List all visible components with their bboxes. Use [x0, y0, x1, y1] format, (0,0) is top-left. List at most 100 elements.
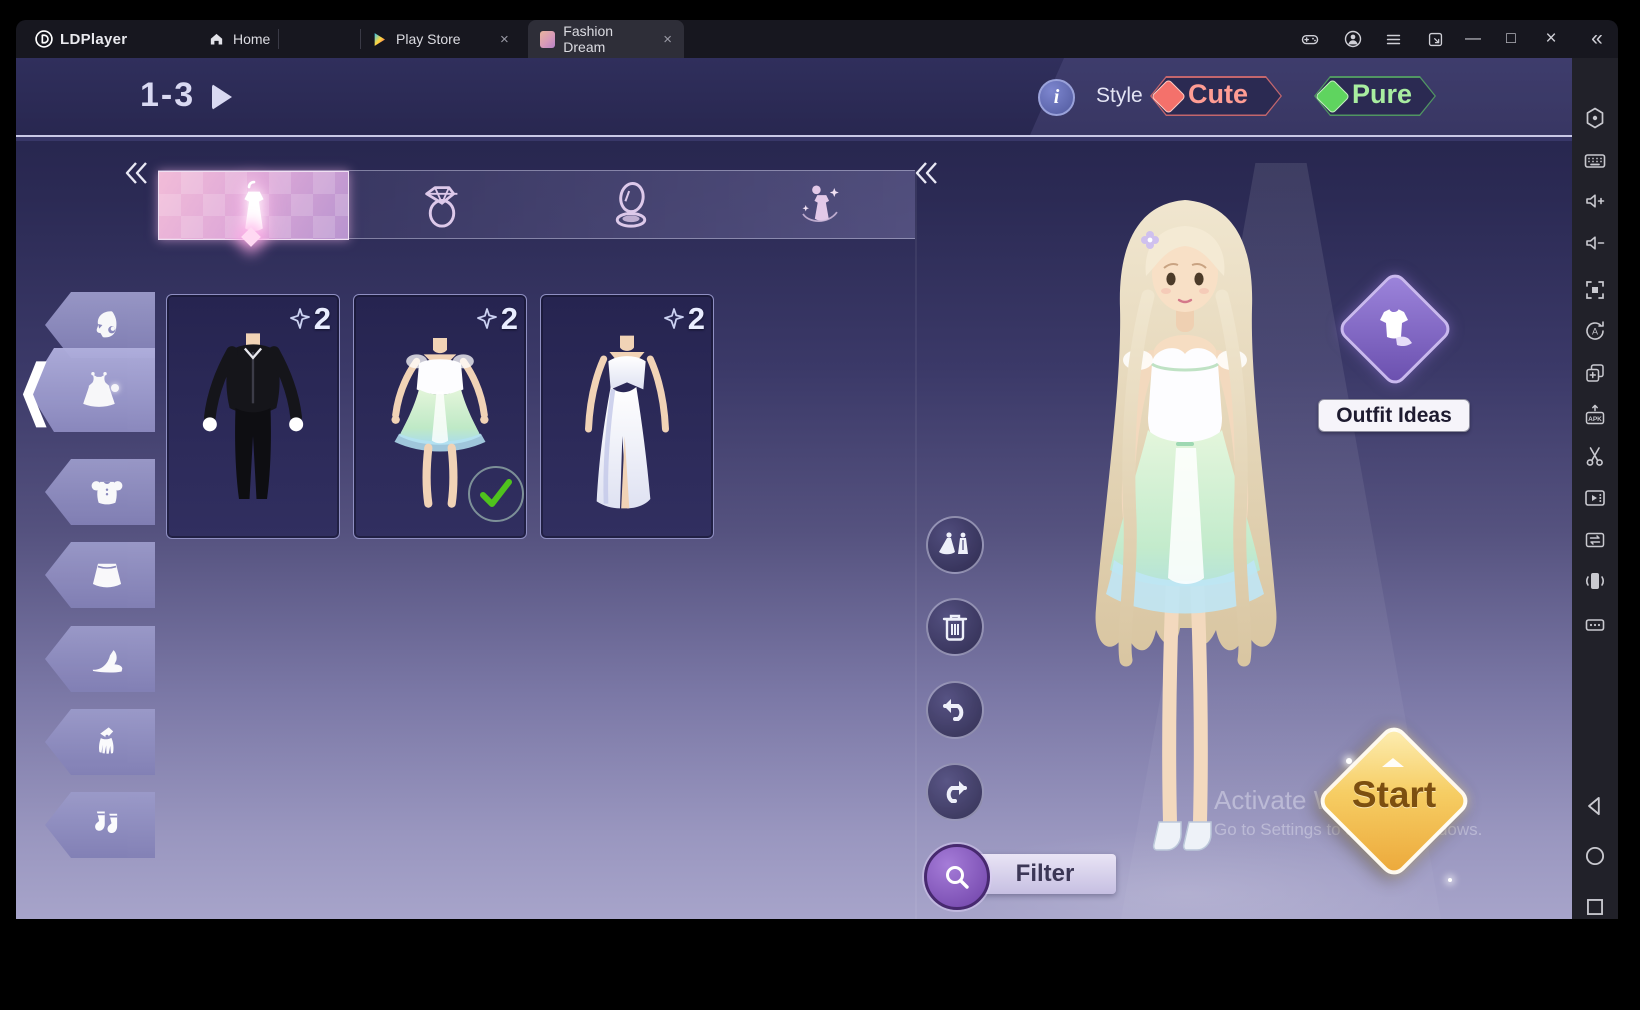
selected-check — [468, 466, 524, 522]
toolbar-settings-button[interactable] — [1572, 106, 1618, 130]
style-tag-pure[interactable]: Pure — [1314, 76, 1436, 116]
multi-window-plus-icon — [1583, 361, 1607, 385]
gamepad-button[interactable] — [1293, 20, 1327, 58]
ring-icon — [420, 179, 464, 231]
active-item-bracket: ❮ — [18, 339, 52, 441]
toolbar-multi-instance-button[interactable] — [1572, 361, 1618, 385]
android-recents-button[interactable] — [1572, 894, 1618, 919]
toolbar-volume-down-button[interactable] — [1572, 231, 1618, 255]
tab-playstore-close[interactable]: × — [494, 20, 509, 58]
toolbar-keyboard-button[interactable] — [1572, 149, 1618, 173]
toolbar-install-apk-button[interactable]: APK — [1572, 403, 1618, 427]
style-tag-cute[interactable]: Cute — [1150, 76, 1282, 116]
collapse-panel-handle-left[interactable] — [124, 160, 158, 186]
tab-playstore[interactable]: Play Store — [372, 20, 461, 58]
recents-square-icon — [1582, 894, 1608, 919]
play-stage-button[interactable] — [212, 84, 232, 110]
game-viewport: 1-3 i Style Cute Pure — [16, 58, 1572, 919]
couple-outfit-button[interactable] — [926, 516, 984, 574]
brand-name: LDPlayer — [60, 20, 127, 58]
keyboard-icon — [1583, 149, 1607, 173]
toolbar-shake-button[interactable] — [1572, 569, 1618, 593]
maximize-icon: □ — [1506, 30, 1516, 48]
sparkle-dot — [111, 384, 119, 392]
style-label: Style — [1096, 84, 1143, 108]
gamepad-icon — [1300, 29, 1320, 49]
tab-home[interactable]: Home — [208, 20, 270, 58]
start-label[interactable]: Start — [1338, 774, 1450, 816]
tab-fashion-dream[interactable]: Fashion Dream × — [528, 20, 684, 58]
sparkle-dot — [1448, 878, 1452, 882]
info-icon: i — [1054, 86, 1060, 109]
start-up-arrow-icon — [1382, 758, 1404, 767]
minimize-icon: — — [1465, 30, 1481, 48]
redo-icon — [940, 779, 970, 805]
toolbar-volume-up-button[interactable] — [1572, 189, 1618, 213]
tshirt-hand-icon — [1368, 304, 1416, 352]
window-switch-button[interactable] — [1418, 20, 1452, 58]
toolbar-sync-button[interactable] — [1572, 528, 1618, 552]
item-card-white-gown[interactable]: 2 — [540, 294, 714, 539]
couple-outfit-icon — [939, 531, 971, 559]
redo-button[interactable] — [926, 763, 984, 821]
search-icon — [943, 863, 971, 891]
close-icon[interactable]: × — [663, 31, 672, 48]
hair-icon — [90, 308, 124, 342]
category-tab-jewelry[interactable] — [347, 171, 536, 238]
sidebar-item-skirt[interactable] — [45, 542, 155, 608]
close-window-button[interactable]: × — [1534, 20, 1568, 58]
menu-button[interactable] — [1376, 20, 1410, 58]
fashion-dream-favicon — [540, 31, 555, 48]
scissors-icon — [1583, 444, 1607, 468]
back-triangle-icon — [1582, 793, 1608, 819]
close-icon: × — [1545, 28, 1556, 50]
home-circle-icon — [1582, 843, 1608, 869]
toolbar-fullscreen-button[interactable] — [1572, 278, 1618, 302]
skirt-icon — [89, 557, 125, 593]
tab-home-label: Home — [233, 31, 270, 47]
menu-icon — [1384, 30, 1403, 49]
minimize-button[interactable]: — — [1456, 20, 1490, 58]
volume-up-icon — [1583, 189, 1607, 213]
outfit-ideas-label: Outfit Ideas — [1318, 399, 1470, 432]
sidebar-item-socks[interactable] — [45, 792, 155, 858]
android-back-button[interactable] — [1572, 793, 1618, 819]
android-home-button[interactable] — [1572, 843, 1618, 869]
glove-icon — [89, 724, 125, 760]
toolbar-more-button[interactable] — [1572, 613, 1618, 637]
toolbar-recorder-button[interactable] — [1572, 486, 1618, 510]
sidebar-item-top[interactable] — [45, 459, 155, 525]
item-card-black-outfit[interactable]: 2 — [166, 294, 340, 539]
sparkle-dot — [1346, 758, 1352, 764]
sidebar-item-gloves[interactable] — [45, 709, 155, 775]
category-tab-outfit-sets[interactable] — [725, 171, 914, 238]
screen: LDPlayer Home Play Store × Fashion Dream… — [0, 0, 1640, 1010]
auto-rotate-icon: A — [1583, 319, 1607, 343]
sparkle-dress-icon — [795, 178, 845, 232]
account-icon — [1343, 29, 1363, 49]
home-icon — [208, 31, 225, 48]
character-model — [1026, 178, 1346, 888]
maximize-button[interactable]: □ — [1494, 20, 1528, 58]
sidebar-item-shoes[interactable] — [45, 626, 155, 692]
titlebar-separator — [278, 29, 279, 49]
emulator-toolbar: A APK — [1572, 58, 1618, 919]
category-tab-makeup[interactable] — [536, 171, 725, 238]
toolbar-rotate-button[interactable]: A — [1572, 319, 1618, 343]
info-button[interactable]: i — [1038, 79, 1075, 116]
game-header: 1-3 i Style Cute Pure — [16, 58, 1572, 137]
clear-outfit-button[interactable] — [926, 598, 984, 656]
filter-search-button[interactable] — [924, 844, 990, 910]
fullscreen-icon — [1583, 278, 1607, 302]
account-button[interactable] — [1336, 20, 1370, 58]
blouse-icon — [89, 474, 125, 510]
collapse-panel-handle-right[interactable] — [914, 160, 948, 186]
collapse-toolbar-button[interactable]: « — [1580, 20, 1614, 58]
hexagon-dot-icon — [1583, 106, 1607, 130]
undo-button[interactable] — [926, 681, 984, 739]
high-heel-icon — [88, 640, 126, 678]
item-card-mint-dress[interactable]: 2 — [353, 294, 527, 539]
green-check-icon — [479, 479, 513, 509]
sync-arrows-icon — [1583, 528, 1607, 552]
toolbar-screenshot-button[interactable] — [1572, 444, 1618, 468]
